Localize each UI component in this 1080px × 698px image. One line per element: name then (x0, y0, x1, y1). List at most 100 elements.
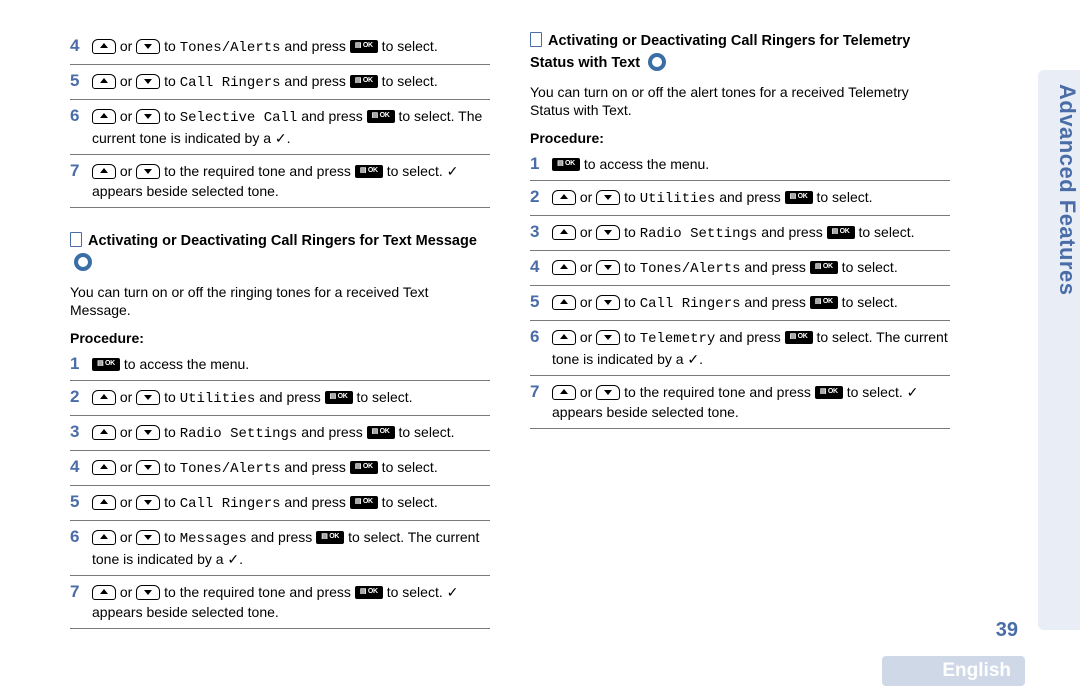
ok-key-icon: ▤ OK (350, 75, 378, 88)
menu-path-text: Radio Settings (180, 426, 298, 442)
step-body: or to Selective Call and press ▤ OK to s… (92, 106, 490, 148)
ok-key-icon: ▤ OK (350, 461, 378, 474)
procedure-step: 6 or to Selective Call and press ▤ OK to… (70, 100, 490, 155)
ok-key-icon: ▤ OK (316, 531, 344, 544)
procedure-label: Procedure: (70, 330, 490, 346)
up-arrow-key-icon (92, 74, 116, 89)
section-heading: Activating or Deactivating Call Ringers … (70, 230, 490, 275)
step-number: 7 (530, 382, 552, 402)
down-arrow-key-icon (596, 260, 620, 275)
menu-path-text: Radio Settings (640, 226, 758, 242)
step-number: 7 (70, 161, 92, 181)
down-arrow-key-icon (596, 225, 620, 240)
language-label: English (882, 656, 1025, 686)
ok-key-icon: ▤ OK (810, 261, 838, 274)
step-number: 4 (70, 36, 92, 56)
step-body: or to the required tone and press ▤ OK t… (92, 582, 490, 622)
ok-key-icon: ▤ OK (355, 586, 383, 599)
up-arrow-key-icon (92, 164, 116, 179)
ok-key-icon: ▤ OK (355, 165, 383, 178)
step-body: or to Messages and press ▤ OK to select.… (92, 527, 490, 569)
ok-key-icon: ▤ OK (785, 331, 813, 344)
menu-path-text: Call Ringers (180, 496, 281, 512)
ok-key-icon: ▤ OK (552, 158, 580, 171)
procedure-step: 5 or to Call Ringers and press ▤ OK to s… (70, 486, 490, 521)
step-body: or to Utilities and press ▤ OK to select… (552, 187, 950, 209)
step-number: 3 (70, 422, 92, 442)
ok-key-icon: ▤ OK (325, 391, 353, 404)
ok-key-icon: ▤ OK (367, 426, 395, 439)
down-arrow-key-icon (596, 190, 620, 205)
up-arrow-key-icon (92, 495, 116, 510)
step-body: or to Call Ringers and press ▤ OK to sel… (552, 292, 950, 314)
menu-path-text: Messages (180, 531, 247, 547)
step-number: 5 (70, 71, 92, 91)
procedure-step: 7 or to the required tone and press ▤ OK… (530, 376, 950, 429)
up-arrow-key-icon (92, 109, 116, 124)
ok-key-icon: ▤ OK (92, 358, 120, 371)
up-arrow-key-icon (92, 460, 116, 475)
down-arrow-key-icon (136, 164, 160, 179)
down-arrow-key-icon (136, 460, 160, 475)
document-icon (70, 232, 82, 247)
step-body: or to the required tone and press ▤ OK t… (92, 161, 490, 201)
up-arrow-key-icon (92, 585, 116, 600)
step-body: or to Tones/Alerts and press ▤ OK to sel… (92, 36, 490, 58)
up-arrow-key-icon (552, 260, 576, 275)
step-body: or to Telemetry and press ▤ OK to select… (552, 327, 950, 369)
up-arrow-key-icon (552, 190, 576, 205)
left-column: 4 or to Tones/Alerts and press ▤ OK to s… (70, 30, 490, 629)
step-number: 6 (70, 527, 92, 547)
page-content: 4 or to Tones/Alerts and press ▤ OK to s… (0, 0, 1000, 649)
step-body: ▤ OK to access the menu. (552, 154, 950, 174)
down-arrow-key-icon (596, 330, 620, 345)
menu-path-text: Call Ringers (640, 296, 741, 312)
procedure-step: 4 or to Tones/Alerts and press ▤ OK to s… (530, 251, 950, 286)
step-number: 2 (530, 187, 552, 207)
procedure-step: 4 or to Tones/Alerts and press ▤ OK to s… (70, 451, 490, 486)
procedure-step: 3 or to Radio Settings and press ▤ OK to… (70, 416, 490, 451)
menu-path-text: Utilities (180, 391, 256, 407)
up-arrow-key-icon (92, 530, 116, 545)
step-number: 4 (70, 457, 92, 477)
down-arrow-key-icon (136, 109, 160, 124)
up-arrow-key-icon (552, 385, 576, 400)
up-arrow-key-icon (552, 295, 576, 310)
up-arrow-key-icon (92, 39, 116, 54)
step-body: ▤ OK to access the menu. (92, 354, 490, 374)
procedure-step: 3 or to Radio Settings and press ▤ OK to… (530, 216, 950, 251)
step-number: 4 (530, 257, 552, 277)
down-arrow-key-icon (136, 39, 160, 54)
step-body: or to Radio Settings and press ▤ OK to s… (552, 222, 950, 244)
step-number: 2 (70, 387, 92, 407)
menu-path-text: Tones/Alerts (180, 40, 281, 56)
procedure-step: 2 or to Utilities and press ▤ OK to sele… (530, 181, 950, 216)
procedure-step: 7 or to the required tone and press ▤ OK… (70, 576, 490, 629)
disc-icon (648, 53, 666, 71)
down-arrow-key-icon (136, 495, 160, 510)
step-number: 5 (530, 292, 552, 312)
procedure-step: 5 or to Call Ringers and press ▤ OK to s… (530, 286, 950, 321)
step-body: or to Call Ringers and press ▤ OK to sel… (92, 71, 490, 93)
disc-icon (74, 253, 92, 271)
menu-path-text: Tones/Alerts (640, 261, 741, 277)
step-body: or to Tones/Alerts and press ▤ OK to sel… (92, 457, 490, 479)
procedure-step: 7 or to the required tone and press ▤ OK… (70, 155, 490, 208)
section-tab: Advanced Features (1038, 70, 1080, 630)
step-number: 7 (70, 582, 92, 602)
menu-path-text: Telemetry (640, 331, 716, 347)
ok-key-icon: ▤ OK (815, 386, 843, 399)
down-arrow-key-icon (136, 74, 160, 89)
procedure-step: 6 or to Telemetry and press ▤ OK to sele… (530, 321, 950, 376)
ok-key-icon: ▤ OK (785, 191, 813, 204)
menu-path-text: Call Ringers (180, 75, 281, 91)
ok-key-icon: ▤ OK (827, 226, 855, 239)
down-arrow-key-icon (136, 530, 160, 545)
menu-path-text: Utilities (640, 191, 716, 207)
step-number: 5 (70, 492, 92, 512)
procedure-step: 2 or to Utilities and press ▤ OK to sele… (70, 381, 490, 416)
up-arrow-key-icon (92, 425, 116, 440)
down-arrow-key-icon (596, 385, 620, 400)
down-arrow-key-icon (136, 390, 160, 405)
down-arrow-key-icon (596, 295, 620, 310)
